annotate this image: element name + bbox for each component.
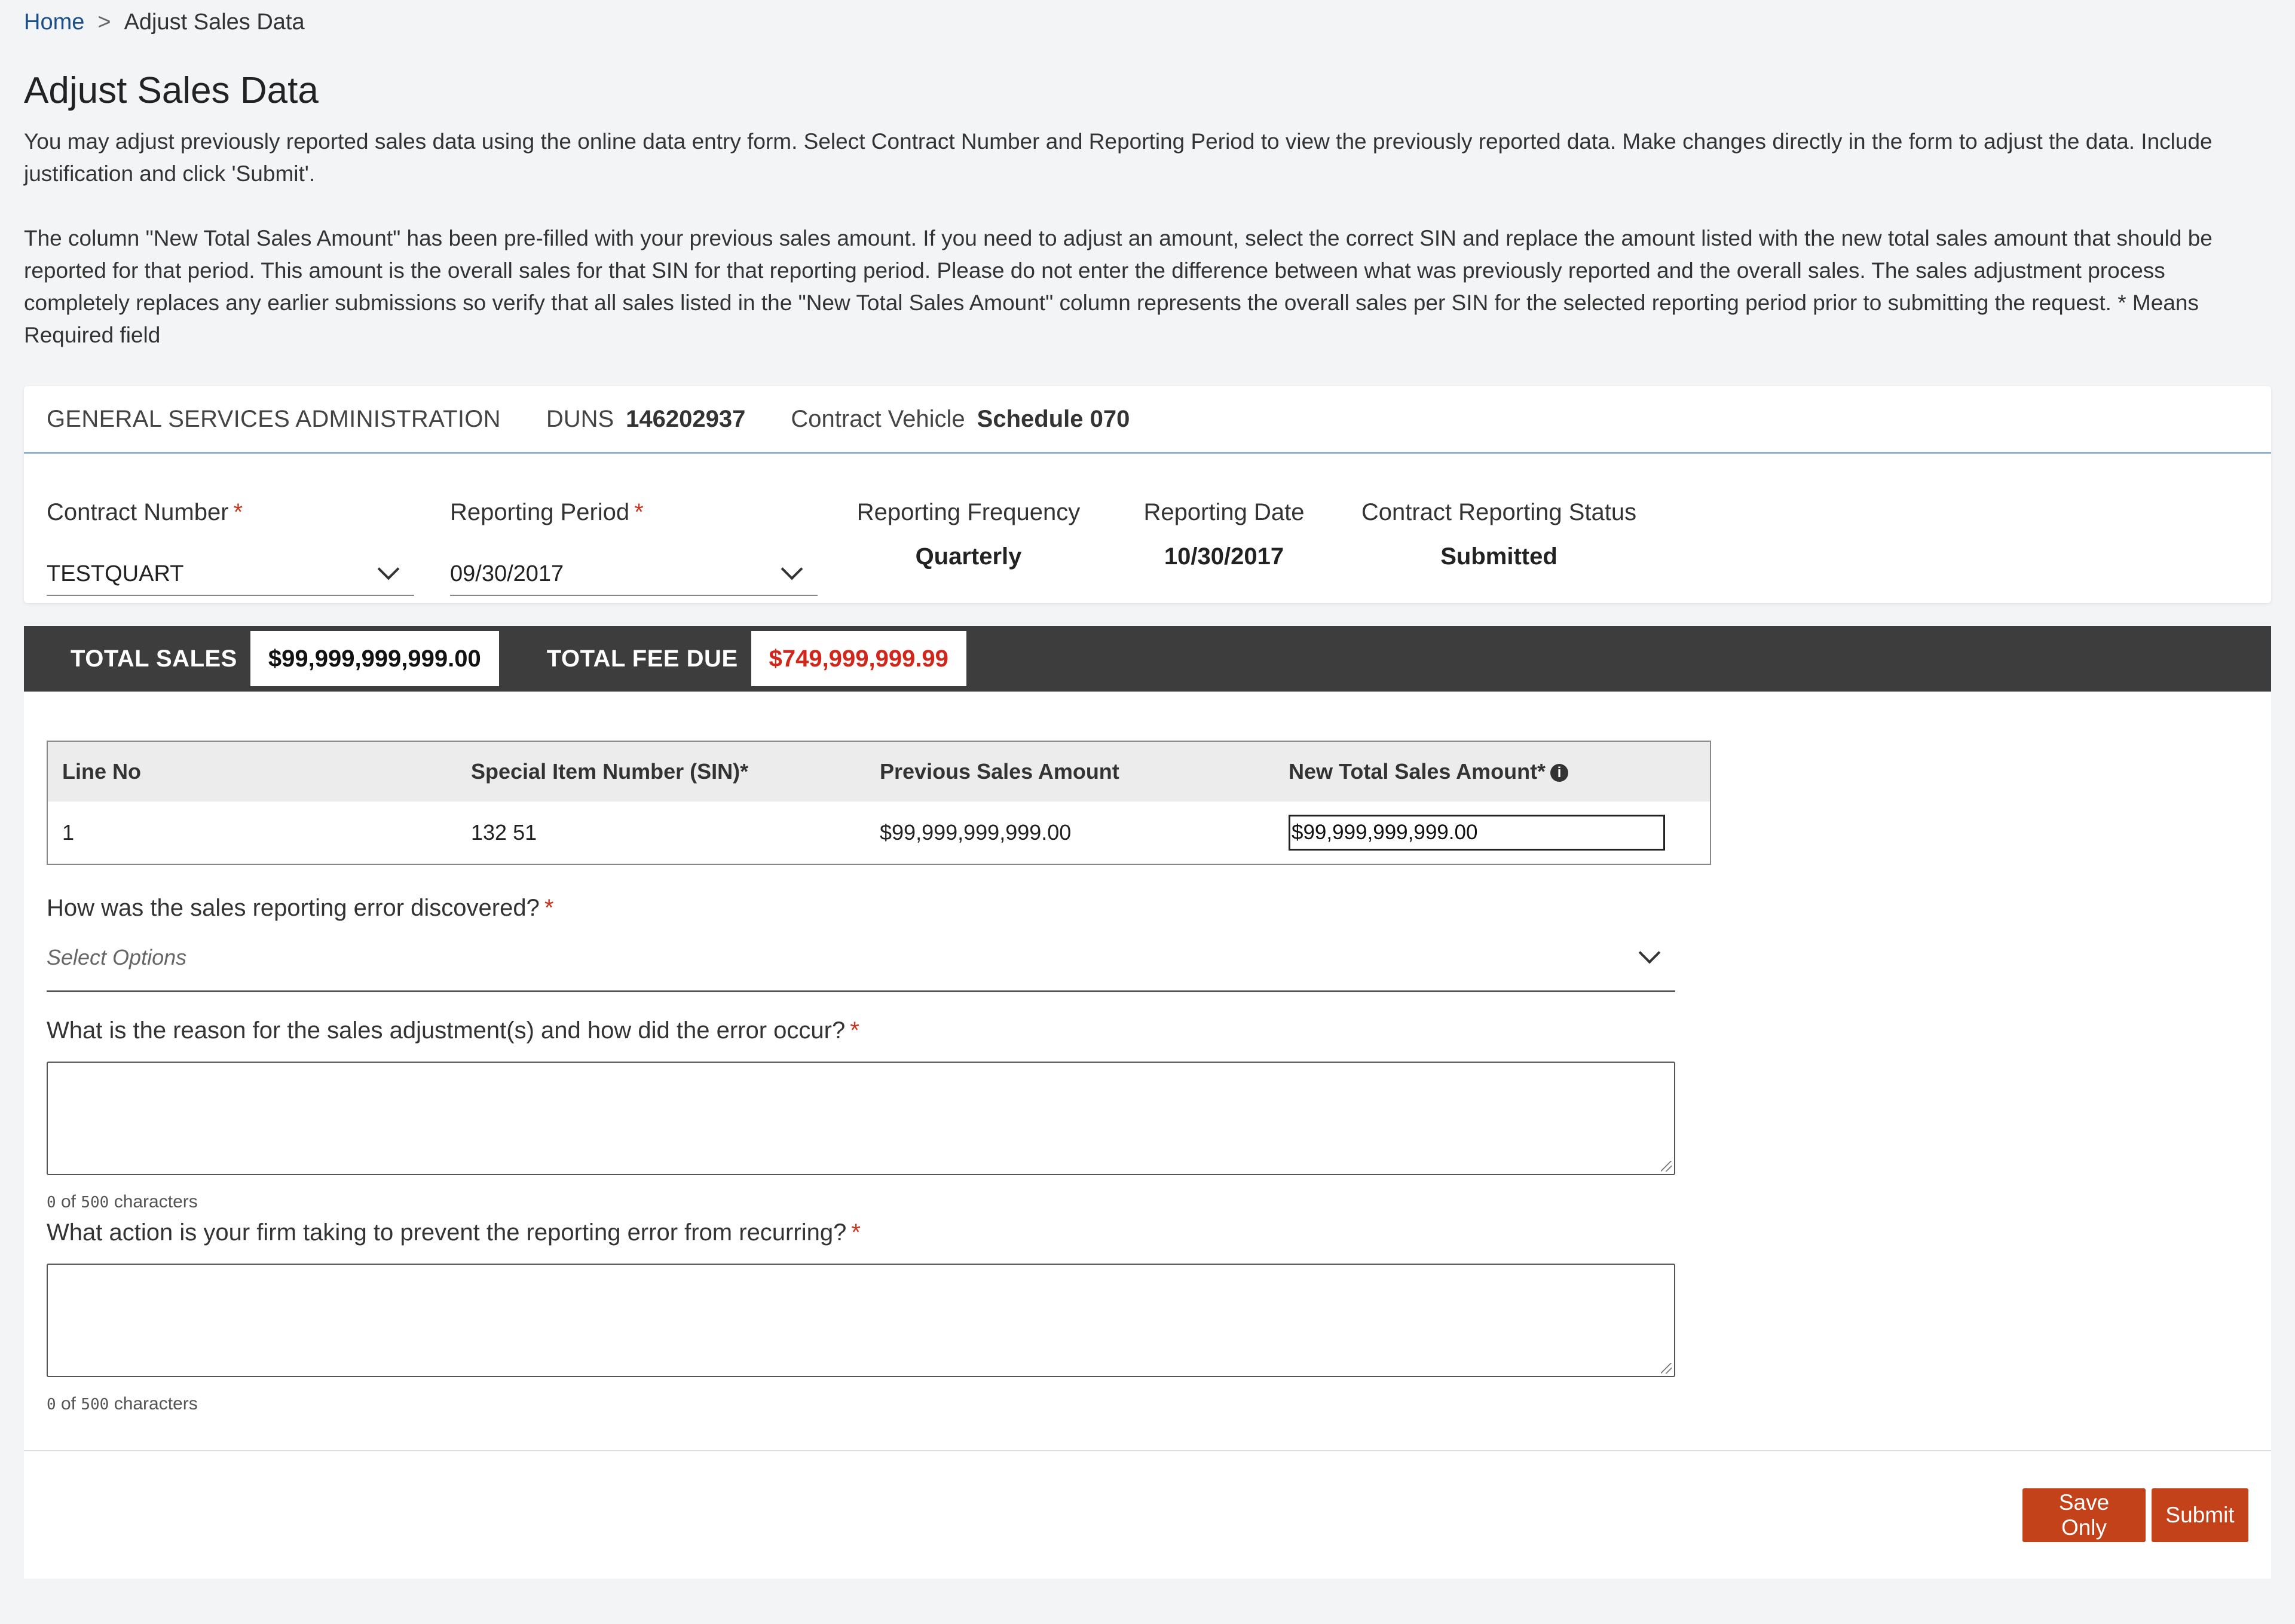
page-title: Adjust Sales Data: [24, 70, 319, 111]
question-adjustment-reason: What is the reason for the sales adjustm…: [47, 1014, 2248, 1047]
error-discovered-placeholder: Select Options: [47, 945, 187, 969]
reporting-frequency: Reporting Frequency Quarterly: [853, 496, 1084, 603]
org-info-bar: GENERAL SERVICES ADMINISTRATION DUNS 146…: [24, 386, 2271, 454]
prevent-recurrence-textarea[interactable]: [47, 1264, 1675, 1377]
breadcrumb: Home > Adjust Sales Data: [24, 0, 2271, 45]
reporting-period-select[interactable]: 09/30/2017: [450, 553, 818, 596]
required-marker: *: [851, 1219, 861, 1246]
form-footer: Save Only Submit: [24, 1450, 2271, 1579]
question-error-discovered: How was the sales reporting error discov…: [47, 891, 2248, 925]
info-icon[interactable]: i: [1550, 764, 1569, 782]
total-fee-due-value: $749,999,999.99: [751, 631, 966, 686]
error-discovered-select[interactable]: Select Options: [47, 925, 1675, 992]
duns-value: 146202937: [626, 405, 746, 432]
resize-grip-icon[interactable]: [1661, 1161, 1672, 1172]
contract-number-label: Contract Number: [47, 499, 229, 525]
sales-table: Line No Special Item Number (SIN)* Previ…: [47, 741, 1711, 865]
duns-label: DUNS: [546, 405, 614, 432]
sales-card: TOTAL SALES $99,999,999,999.00 TOTAL FEE…: [24, 626, 2271, 1579]
org-name: GENERAL SERVICES ADMINISTRATION: [47, 405, 501, 432]
column-header-previous-sales: Previous Sales Amount: [865, 741, 1274, 802]
adjustment-reason-char-counter: 0 of 500 characters: [47, 1192, 198, 1212]
column-header-sin: Special Item Number (SIN)*: [457, 741, 865, 802]
contract-reporting-status-value: Submitted: [1440, 543, 1557, 570]
prevent-recurrence-char-counter: 0 of 500 characters: [47, 1394, 198, 1414]
required-marker: *: [544, 895, 554, 921]
chevron-down-icon: [377, 558, 400, 580]
cell-previous-sales: $99,999,999,999.00: [880, 820, 1072, 845]
contract-card: GENERAL SERVICES ADMINISTRATION DUNS 146…: [24, 386, 2271, 603]
chevron-down-icon: [1638, 941, 1661, 964]
contract-reporting-status: Contract Reporting Status Submitted: [1355, 496, 1642, 603]
reporting-period-value: 09/30/2017: [450, 561, 564, 586]
intro-paragraph: You may adjust previously reported sales…: [24, 129, 2213, 186]
reporting-period-field: Reporting Period * 09/30/2017: [450, 496, 818, 603]
reporting-date: Reporting Date 10/30/2017: [1119, 496, 1329, 603]
adjustment-reason-textarea[interactable]: [47, 1062, 1675, 1175]
resize-grip-icon[interactable]: [1661, 1363, 1672, 1374]
contract-number-select[interactable]: TESTQUART: [47, 553, 414, 596]
total-fee-due-label: TOTAL FEE DUE: [546, 645, 738, 672]
cell-line-no: 1: [62, 820, 75, 845]
adjustment-form: Line No Special Item Number (SIN)* Previ…: [24, 692, 2271, 1414]
question-error-discovered-label: How was the sales reporting error discov…: [47, 895, 540, 921]
reporting-frequency-value: Quarterly: [915, 543, 1022, 570]
column-header-line-no: Line No: [47, 741, 457, 802]
column-header-new-total-sales-label: New Total Sales Amount*: [1289, 759, 1546, 784]
breadcrumb-current: Adjust Sales Data: [124, 10, 305, 35]
reporting-date-label: Reporting Date: [1143, 499, 1305, 525]
contract-reporting-status-label: Contract Reporting Status: [1361, 499, 1637, 525]
submit-button[interactable]: Submit: [2152, 1488, 2248, 1542]
reporting-frequency-label: Reporting Frequency: [856, 499, 1081, 525]
new-total-sales-input[interactable]: [1289, 815, 1665, 851]
reporting-date-value: 10/30/2017: [1164, 543, 1284, 570]
required-marker: *: [233, 499, 243, 525]
contract-number-value: TESTQUART: [47, 561, 184, 586]
reporting-period-label: Reporting Period: [450, 499, 630, 525]
contract-vehicle-value: Schedule 070: [977, 405, 1130, 432]
required-marker: *: [850, 1017, 859, 1044]
question-prevent-recurrence-label: What action is your firm taking to preve…: [47, 1219, 847, 1246]
table-header-row: Line No Special Item Number (SIN)* Previ…: [47, 741, 1710, 802]
contract-vehicle-label: Contract Vehicle: [791, 405, 965, 432]
breadcrumb-separator: >: [97, 10, 111, 35]
total-sales-label: TOTAL SALES: [71, 645, 237, 672]
table-row: 1 132 51 $99,999,999,999.00: [47, 802, 1710, 864]
contract-fields: Contract Number * TESTQUART Reporting Per…: [24, 454, 2271, 603]
breadcrumb-home-link[interactable]: Home: [24, 10, 84, 35]
instructions-paragraph: The column "New Total Sales Amount" has …: [24, 226, 2213, 347]
question-adjustment-reason-label: What is the reason for the sales adjustm…: [47, 1017, 846, 1044]
question-prevent-recurrence: What action is your firm taking to preve…: [47, 1216, 2248, 1249]
cell-sin: 132 51: [471, 820, 537, 845]
totals-bar: TOTAL SALES $99,999,999,999.00 TOTAL FEE…: [24, 626, 2271, 692]
page: Home > Adjust Sales Data Adjust Sales Data…: [0, 0, 2295, 1624]
contract-number-field: Contract Number * TESTQUART: [47, 496, 414, 603]
save-only-button[interactable]: Save Only: [2022, 1488, 2146, 1542]
column-header-new-total-sales: New Total Sales Amount* i: [1274, 741, 1710, 802]
required-marker: *: [634, 499, 644, 525]
chevron-down-icon: [781, 558, 803, 580]
cell-new-total-sales: [1274, 802, 1710, 864]
total-sales-value: $99,999,999,999.00: [250, 631, 499, 686]
